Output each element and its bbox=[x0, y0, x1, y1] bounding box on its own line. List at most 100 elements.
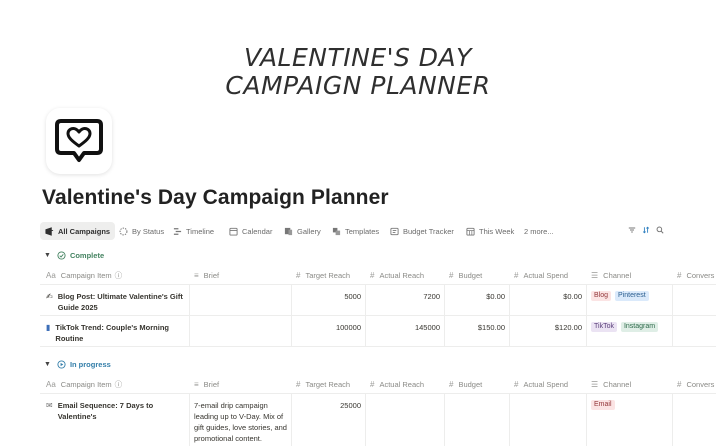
play-circle-icon bbox=[57, 359, 66, 369]
brief-line: 7-email drip campaign bbox=[194, 401, 268, 410]
col-header-actual-spend[interactable]: # Actual Spend bbox=[514, 266, 568, 284]
pencil-icon: ✍ bbox=[46, 292, 53, 301]
col-header-brief[interactable]: ≡ Brief bbox=[194, 266, 219, 284]
number-property-icon: # bbox=[677, 270, 682, 280]
col-header-conversions[interactable]: # Convers bbox=[677, 266, 714, 284]
filter-icon[interactable] bbox=[628, 226, 636, 234]
page-icon[interactable] bbox=[46, 108, 112, 174]
brief-cell[interactable]: 7-email drip campaign leading up to V-Da… bbox=[194, 400, 290, 444]
col-header-label: Campaign Item bbox=[60, 379, 112, 389]
info-icon: ⓘ bbox=[114, 379, 123, 389]
tab-by-status[interactable]: By Status bbox=[119, 222, 164, 240]
channel-tag: Instagram bbox=[620, 322, 659, 332]
col-header-actual-reach[interactable]: # Actual Reach bbox=[370, 266, 424, 284]
col-header-label: Campaign Item bbox=[60, 270, 112, 280]
tab-calendar[interactable]: Calendar bbox=[229, 222, 272, 240]
tab-label: By Status bbox=[132, 226, 165, 236]
campaign-item-cell[interactable]: ✉ Email Sequence: 7 Days to Valentine's bbox=[46, 400, 186, 422]
cover-title-line2: CAMPAIGN PLANNER bbox=[225, 71, 491, 100]
title-property-icon: Aa bbox=[46, 379, 56, 389]
channel-cell[interactable]: Blog Pinterest bbox=[591, 291, 653, 302]
target-reach-cell[interactable]: 100000 bbox=[296, 322, 361, 333]
brief-line: leading up to V-Day. Mix of bbox=[194, 412, 284, 421]
status-icon bbox=[119, 227, 128, 235]
more-views-button[interactable]: 2 more... bbox=[524, 222, 554, 240]
phone-icon: ▮ bbox=[46, 323, 51, 332]
tab-label: Calendar bbox=[242, 226, 273, 236]
col-header-label: Brief bbox=[203, 270, 220, 280]
number-property-icon: # bbox=[514, 379, 519, 389]
col-header-target-reach[interactable]: # Target Reach bbox=[296, 375, 350, 393]
tab-templates[interactable]: Templates bbox=[332, 222, 379, 240]
actual-reach-cell[interactable]: 145000 bbox=[370, 322, 440, 333]
table-header-complete: Aa Campaign Item ⓘ ≡ Brief # Target Reach # A… bbox=[40, 266, 716, 285]
tab-label: All Campaigns bbox=[58, 226, 111, 236]
col-header-budget[interactable]: # Budget bbox=[449, 266, 482, 284]
col-header-actual-spend[interactable]: # Actual Spend bbox=[514, 375, 568, 393]
actual-spend-cell[interactable]: $0.00 bbox=[514, 291, 582, 302]
sort-icon[interactable] bbox=[642, 226, 650, 234]
col-header-actual-reach[interactable]: # Actual Reach bbox=[370, 375, 424, 393]
table-row[interactable]: ✉ Email Sequence: 7 Days to Valentine's 7… bbox=[40, 394, 716, 446]
caret-down-icon[interactable]: ▼ bbox=[44, 252, 51, 259]
campaign-item-line1: Email Sequence: 7 Days to bbox=[57, 401, 154, 410]
col-header-channel[interactable]: ☰ Channel bbox=[591, 266, 631, 284]
cover-title: VALENTINE'S DAY CAMPAIGN PLANNER bbox=[0, 44, 716, 100]
col-header-brief[interactable]: ≡ Brief bbox=[194, 375, 219, 393]
number-property-icon: # bbox=[677, 379, 682, 389]
col-header-conversions[interactable]: # Convers bbox=[677, 375, 714, 393]
tab-label: Timeline bbox=[186, 226, 215, 236]
campaign-item-line2: Guide 2025 bbox=[57, 303, 98, 312]
group-header-in-progress[interactable]: ▼ In progress bbox=[44, 357, 111, 371]
group-label: In progress bbox=[69, 359, 111, 369]
col-header-label: Channel bbox=[603, 379, 632, 389]
tab-this-week[interactable]: This Week bbox=[466, 222, 514, 240]
text-property-icon: ≡ bbox=[194, 270, 199, 280]
budget-cell[interactable]: $0.00 bbox=[449, 291, 505, 302]
target-reach-cell[interactable]: 25000 bbox=[296, 400, 361, 411]
number-property-icon: # bbox=[370, 270, 375, 280]
table-row[interactable]: ▮ TikTok Trend: Couple's Morning Routine … bbox=[40, 316, 716, 347]
number-property-icon: # bbox=[296, 270, 301, 280]
col-header-label: Actual Reach bbox=[379, 270, 425, 280]
actual-reach-cell[interactable]: 7200 bbox=[370, 291, 440, 302]
campaign-item-cell[interactable]: ✍ Blog Post: Ultimate Valentine's Gift Gu… bbox=[46, 291, 186, 313]
number-property-icon: # bbox=[449, 270, 454, 280]
target-reach-cell[interactable]: 5000 bbox=[296, 291, 361, 302]
actual-spend-cell[interactable]: $120.00 bbox=[514, 322, 582, 333]
channel-cell[interactable]: Email bbox=[591, 400, 619, 411]
col-header-label: Convers bbox=[686, 270, 715, 280]
campaign-item-cell[interactable]: ▮ TikTok Trend: Couple's Morning Routine bbox=[46, 322, 186, 344]
col-header-channel[interactable]: ☰ Channel bbox=[591, 375, 631, 393]
col-header-budget[interactable]: # Budget bbox=[449, 375, 482, 393]
caret-down-icon[interactable]: ▼ bbox=[44, 361, 51, 368]
channel-tag: TikTok bbox=[591, 322, 617, 332]
tab-timeline[interactable]: Timeline bbox=[173, 222, 214, 240]
tab-label: Budget Tracker bbox=[403, 226, 454, 236]
table-row[interactable]: ✍ Blog Post: Ultimate Valentine's Gift Gu… bbox=[40, 285, 716, 316]
col-header-campaign-item[interactable]: Aa Campaign Item ⓘ bbox=[46, 375, 122, 393]
multi-select-icon: ☰ bbox=[591, 270, 599, 280]
brief-line: promotional content. bbox=[194, 434, 262, 443]
text-property-icon: ≡ bbox=[194, 379, 199, 389]
cover-title-line1: VALENTINE'S DAY bbox=[244, 43, 472, 72]
col-header-label: Actual Reach bbox=[379, 379, 425, 389]
channel-tag: Blog bbox=[591, 291, 612, 301]
col-header-campaign-item[interactable]: Aa Campaign Item ⓘ bbox=[46, 266, 122, 284]
gallery-icon bbox=[284, 227, 293, 235]
multi-select-icon: ☰ bbox=[591, 379, 599, 389]
col-header-target-reach[interactable]: # Target Reach bbox=[296, 266, 350, 284]
col-header-label: Target Reach bbox=[305, 379, 351, 389]
group-header-complete[interactable]: ▼ Complete bbox=[44, 248, 104, 262]
budget-cell[interactable]: $150.00 bbox=[449, 322, 505, 333]
calendar-week-icon bbox=[466, 227, 475, 236]
tab-label: Templates bbox=[345, 226, 380, 236]
tab-budget-tracker[interactable]: Budget Tracker bbox=[390, 222, 454, 240]
col-header-label: Brief bbox=[203, 379, 220, 389]
search-icon[interactable] bbox=[656, 226, 664, 234]
tab-gallery[interactable]: Gallery bbox=[284, 222, 321, 240]
calendar-icon bbox=[229, 227, 238, 236]
channel-cell[interactable]: TikTok Instagram bbox=[591, 322, 662, 333]
tab-all-campaigns[interactable]: All Campaigns bbox=[40, 222, 116, 240]
campaign-item-line1: TikTok Trend: Couple's Morning bbox=[55, 323, 169, 332]
